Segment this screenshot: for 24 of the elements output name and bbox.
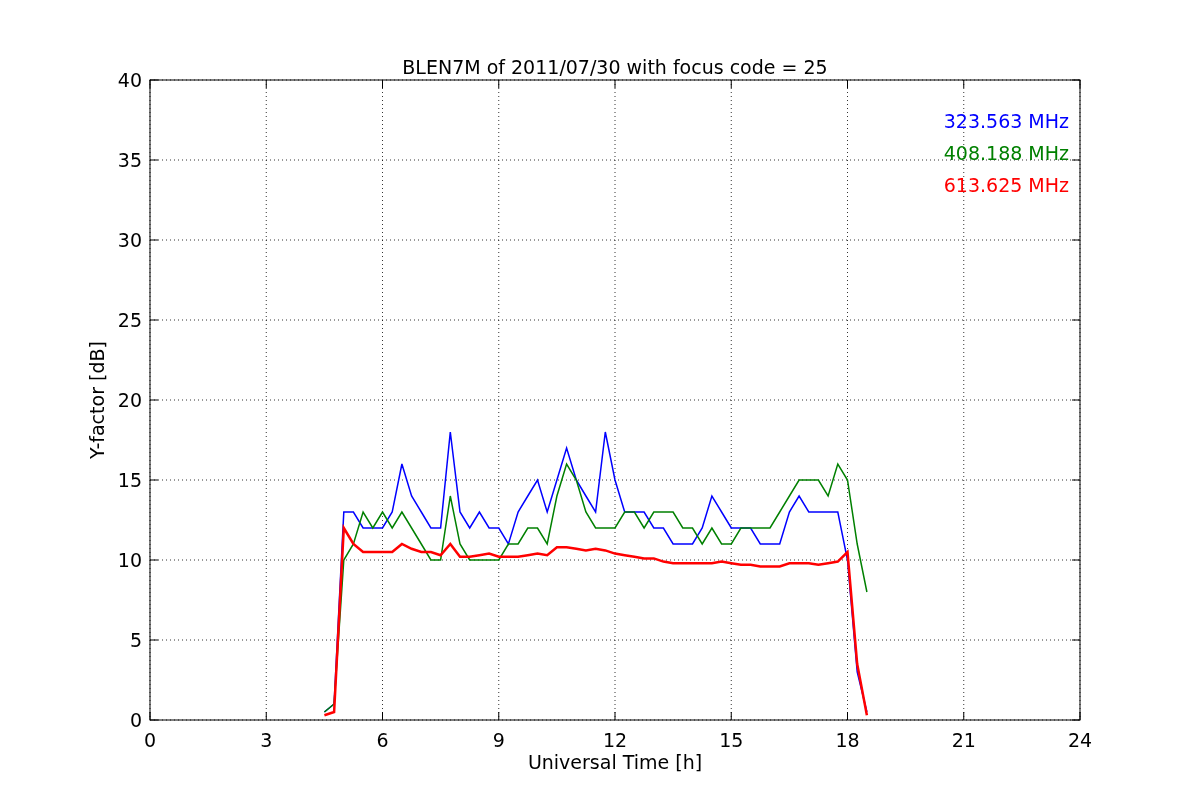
y-tick-label: 40 [117, 69, 142, 91]
y-tick-label: 30 [117, 229, 142, 251]
x-tick-label: 15 [719, 729, 744, 751]
y-tick-label: 5 [129, 629, 142, 651]
x-tick-label: 3 [260, 729, 273, 751]
y-tick-label: 10 [117, 549, 142, 571]
y-tick-label: 15 [117, 469, 142, 491]
x-tick-label: 12 [602, 729, 628, 751]
y-axis-label: Y-factor [dB] [86, 341, 108, 459]
x-axis-label: Universal Time [h] [527, 751, 703, 773]
legend-label: 323.563 MHz [943, 110, 1069, 132]
legend-label: 613.625 MHz [943, 174, 1069, 196]
y-tick-label: 0 [129, 709, 142, 731]
x-tick-label: 9 [492, 729, 505, 751]
x-tick-label: 6 [376, 729, 389, 751]
chart-title: BLEN7M of 2011/07/30 with focus code = 25 [402, 56, 828, 78]
y-tick-label: 35 [117, 149, 142, 171]
x-tick-label: 24 [1067, 729, 1093, 751]
y-tick-label: 20 [117, 389, 142, 411]
y-tick-label: 25 [117, 309, 142, 331]
x-tick-label: 18 [835, 729, 860, 751]
x-tick-label: 21 [951, 729, 976, 751]
x-tick-label: 0 [143, 729, 157, 751]
legend-label: 408.188 MHz [943, 142, 1069, 164]
